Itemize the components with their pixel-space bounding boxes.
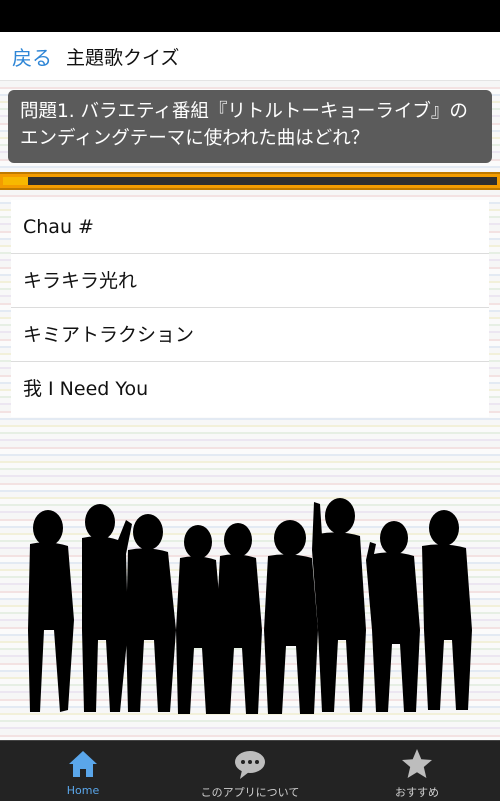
page-title: 主題歌クイズ (66, 47, 180, 69)
progress-fill (3, 177, 28, 185)
answer-option-3[interactable]: キミアトラクション (11, 308, 489, 362)
group-silhouette-image (28, 498, 472, 714)
tab-about[interactable]: このアプリについて (167, 741, 333, 801)
back-button[interactable]: 戻る (12, 42, 52, 71)
tab-home[interactable]: Home (0, 741, 166, 801)
status-bar (0, 0, 500, 32)
answer-option-2[interactable]: キラキラ光れ (11, 254, 489, 308)
tab-home-label: Home (66, 784, 100, 797)
question-text: 問題1. バラエティ番組『リトルトーキョーライブ』のエンディングテーマに使われた… (20, 101, 468, 149)
speech-bubble-icon (235, 751, 265, 779)
bottom-tab-bar: Home このアプリについて おすすめ (0, 740, 500, 801)
answer-option-4[interactable]: 我 I Need You (11, 362, 489, 417)
answer-list: Chau # キラキラ光れ キミアトラクション 我 I Need You (11, 200, 489, 417)
app-header: 戻る 主題歌クイズ (0, 32, 500, 81)
tab-recommend-label: おすすめ (395, 786, 439, 799)
star-icon (402, 749, 432, 778)
progress-track-inner (3, 177, 497, 185)
tab-about-label: このアプリについて (200, 786, 300, 799)
home-icon (69, 751, 97, 777)
question-box: 問題1. バラエティ番組『リトルトーキョーライブ』のエンディングテーマに使われた… (8, 90, 492, 163)
tab-recommend[interactable]: おすすめ (334, 741, 500, 801)
quiz-progress-bar (0, 172, 500, 190)
answer-option-1[interactable]: Chau # (11, 200, 489, 254)
